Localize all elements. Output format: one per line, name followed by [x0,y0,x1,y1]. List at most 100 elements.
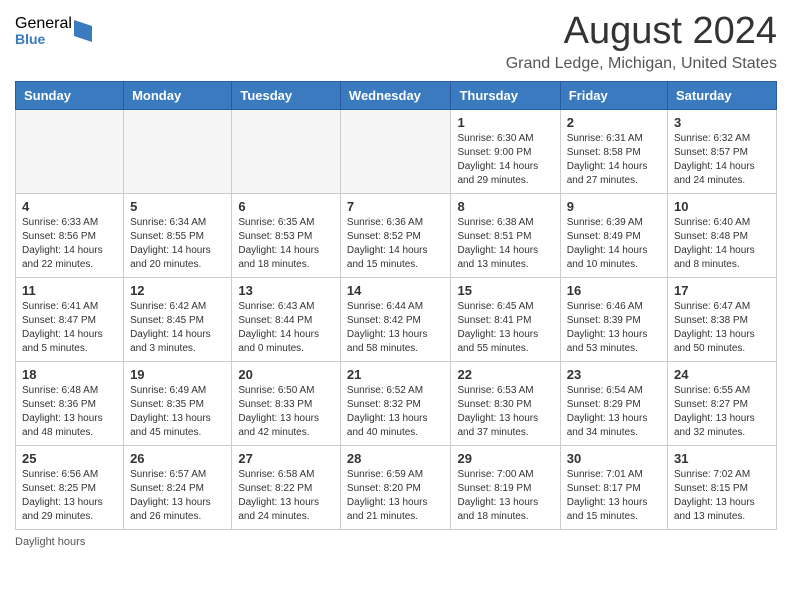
calendar-week-row: 4Sunrise: 6:33 AM Sunset: 8:56 PM Daylig… [16,194,777,278]
day-number: 31 [674,451,770,466]
day-info: Sunrise: 6:54 AM Sunset: 8:29 PM Dayligh… [567,384,661,440]
day-info: Sunrise: 7:00 AM Sunset: 8:19 PM Dayligh… [457,468,553,524]
table-row [16,110,124,194]
day-info: Sunrise: 6:40 AM Sunset: 8:48 PM Dayligh… [674,216,770,272]
day-number: 3 [674,115,770,130]
calendar-table: Sunday Monday Tuesday Wednesday Thursday… [15,81,777,530]
table-row: 11 Sunrise: 6:41 AM Sunset: 8:47 PM Dayli… [16,278,124,362]
day-number: 6 [238,199,334,214]
day-number: 8 [457,199,553,214]
day-info: Sunrise: 6:38 AM Sunset: 8:51 PM Dayligh… [457,216,553,272]
table-row: 15 Sunrise: 6:45 AM Sunset: 8:41 PM Dayli… [451,278,560,362]
table-row: 13Sunrise: 6:43 AM Sunset: 8:44 PM Dayli… [232,278,341,362]
header-friday: Friday [560,82,667,110]
table-row: 31 Sunrise: 7:02 AM Sunset: 8:15 PM Dayli… [668,446,777,530]
table-row: 7 Sunrise: 6:36 AM Sunset: 8:52 PM Daylig… [340,194,451,278]
day-number: 21 [347,367,445,382]
day-number: 22 [457,367,553,382]
day-info: Sunrise: 6:48 AM Sunset: 8:36 PM Dayligh… [22,384,117,440]
calendar-week-row: 11 Sunrise: 6:41 AM Sunset: 8:47 PM Dayli… [16,278,777,362]
logo-general-text: General [15,16,72,32]
table-row: 6 Sunrise: 6:35 AM Sunset: 8:53 PM Daylig… [232,194,341,278]
day-info: Sunrise: 6:44 AM Sunset: 8:42 PM Dayligh… [347,300,445,356]
day-info: Sunrise: 6:59 AM Sunset: 8:20 PM Dayligh… [347,468,445,524]
table-row: 9Sunrise: 6:39 AM Sunset: 8:49 PM Daylig… [560,194,667,278]
day-number: 5 [130,199,225,214]
logo-blue-text: Blue [15,32,72,46]
day-number: 24 [674,367,770,382]
header-monday: Monday [124,82,232,110]
header-sunday: Sunday [16,82,124,110]
day-number: 4 [22,199,117,214]
footer: Daylight hours [15,536,777,548]
day-info: Sunrise: 6:39 AM Sunset: 8:49 PM Dayligh… [567,216,661,272]
table-row: 16 Sunrise: 6:46 AM Sunset: 8:39 PM Dayli… [560,278,667,362]
day-number: 10 [674,199,770,214]
table-row [232,110,341,194]
table-row [340,110,451,194]
day-number: 16 [567,283,661,298]
day-info: Sunrise: 6:56 AM Sunset: 8:25 PM Dayligh… [22,468,117,524]
day-info: Sunrise: 6:35 AM Sunset: 8:53 PM Dayligh… [238,216,334,272]
table-row: 10 Sunrise: 6:40 AM Sunset: 8:48 PM Dayli… [668,194,777,278]
day-number: 20 [238,367,334,382]
day-info: Sunrise: 7:01 AM Sunset: 8:17 PM Dayligh… [567,468,661,524]
table-row: 26Sunrise: 6:57 AM Sunset: 8:24 PM Dayli… [124,446,232,530]
day-info: Sunrise: 6:30 AM Sunset: 9:00 PM Dayligh… [457,132,553,188]
day-number: 11 [22,283,117,298]
table-row: 17Sunrise: 6:47 AM Sunset: 8:38 PM Dayli… [668,278,777,362]
table-row: 30 Sunrise: 7:01 AM Sunset: 8:17 PM Dayli… [560,446,667,530]
table-row: 12 Sunrise: 6:42 AM Sunset: 8:45 PM Dayli… [124,278,232,362]
day-number: 19 [130,367,225,382]
day-info: Sunrise: 6:46 AM Sunset: 8:39 PM Dayligh… [567,300,661,356]
day-number: 18 [22,367,117,382]
title-section: August 2024 Grand Ledge, Michigan, Unite… [506,10,777,73]
day-number: 12 [130,283,225,298]
table-row: 28 Sunrise: 6:59 AM Sunset: 8:20 PM Dayli… [340,446,451,530]
table-row: 21 Sunrise: 6:52 AM Sunset: 8:32 PM Dayli… [340,362,451,446]
calendar-header-row: Sunday Monday Tuesday Wednesday Thursday… [16,82,777,110]
table-row: 19 Sunrise: 6:49 AM Sunset: 8:35 PM Dayli… [124,362,232,446]
day-info: Sunrise: 6:41 AM Sunset: 8:47 PM Dayligh… [22,300,117,356]
table-row: 24Sunrise: 6:55 AM Sunset: 8:27 PM Dayli… [668,362,777,446]
table-row: 5 Sunrise: 6:34 AM Sunset: 8:55 PM Daylig… [124,194,232,278]
calendar-week-row: 18 Sunrise: 6:48 AM Sunset: 8:36 PM Dayli… [16,362,777,446]
day-info: Sunrise: 6:52 AM Sunset: 8:32 PM Dayligh… [347,384,445,440]
logo-icon [74,20,92,42]
day-info: Sunrise: 6:49 AM Sunset: 8:35 PM Dayligh… [130,384,225,440]
table-row: 23 Sunrise: 6:54 AM Sunset: 8:29 PM Dayli… [560,362,667,446]
day-number: 7 [347,199,445,214]
table-row: 3Sunrise: 6:32 AM Sunset: 8:57 PM Daylig… [668,110,777,194]
table-row [124,110,232,194]
day-number: 26 [130,451,225,466]
header: General Blue August 2024 Grand Ledge, Mi… [15,10,777,73]
day-info: Sunrise: 6:36 AM Sunset: 8:52 PM Dayligh… [347,216,445,272]
table-row: 1Sunrise: 6:30 AM Sunset: 9:00 PM Daylig… [451,110,560,194]
table-row: 27Sunrise: 6:58 AM Sunset: 8:22 PM Dayli… [232,446,341,530]
day-number: 30 [567,451,661,466]
location-title: Grand Ledge, Michigan, United States [506,55,777,73]
day-number: 2 [567,115,661,130]
table-row: 22Sunrise: 6:53 AM Sunset: 8:30 PM Dayli… [451,362,560,446]
day-number: 25 [22,451,117,466]
table-row: 20Sunrise: 6:50 AM Sunset: 8:33 PM Dayli… [232,362,341,446]
day-info: Sunrise: 6:45 AM Sunset: 8:41 PM Dayligh… [457,300,553,356]
table-row: 8 Sunrise: 6:38 AM Sunset: 8:51 PM Daylig… [451,194,560,278]
day-number: 13 [238,283,334,298]
day-info: Sunrise: 6:34 AM Sunset: 8:55 PM Dayligh… [130,216,225,272]
table-row: 18 Sunrise: 6:48 AM Sunset: 8:36 PM Dayli… [16,362,124,446]
logo: General Blue [15,16,92,46]
day-number: 28 [347,451,445,466]
day-number: 15 [457,283,553,298]
day-number: 23 [567,367,661,382]
day-info: Sunrise: 6:42 AM Sunset: 8:45 PM Dayligh… [130,300,225,356]
table-row: 29Sunrise: 7:00 AM Sunset: 8:19 PM Dayli… [451,446,560,530]
table-row: 25 Sunrise: 6:56 AM Sunset: 8:25 PM Dayli… [16,446,124,530]
header-wednesday: Wednesday [340,82,451,110]
header-saturday: Saturday [668,82,777,110]
day-info: Sunrise: 7:02 AM Sunset: 8:15 PM Dayligh… [674,468,770,524]
table-row: 14Sunrise: 6:44 AM Sunset: 8:42 PM Dayli… [340,278,451,362]
header-tuesday: Tuesday [232,82,341,110]
day-info: Sunrise: 6:58 AM Sunset: 8:22 PM Dayligh… [238,468,334,524]
calendar-week-row: 1Sunrise: 6:30 AM Sunset: 9:00 PM Daylig… [16,110,777,194]
